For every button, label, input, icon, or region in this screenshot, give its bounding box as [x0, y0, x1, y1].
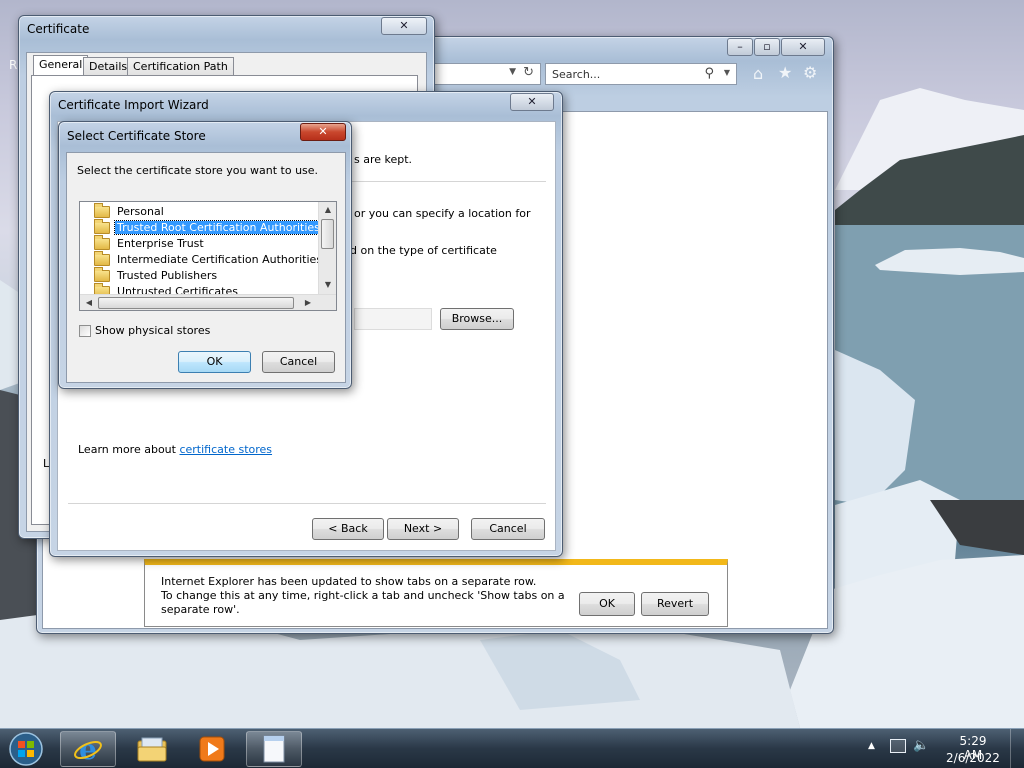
- folder-icon: [94, 203, 110, 218]
- internet-explorer-icon: e: [74, 734, 102, 764]
- wizard-text-fragment-1: s are kept.: [354, 153, 413, 166]
- notification-ok-button[interactable]: OK: [579, 592, 635, 616]
- search-dropdown-icon[interactable]: ▼: [724, 68, 730, 77]
- tree-vertical-scrollbar[interactable]: ▲ ▼: [318, 202, 336, 294]
- scroll-up-icon[interactable]: ▲: [320, 202, 336, 218]
- show-physical-stores-label[interactable]: Show physical stores: [95, 324, 210, 337]
- notification-line-3: separate row'.: [161, 603, 240, 616]
- vertical-scroll-thumb[interactable]: [321, 219, 334, 249]
- tab-general[interactable]: General: [33, 55, 89, 77]
- browse-button[interactable]: Browse...: [440, 308, 514, 330]
- search-icon[interactable]: ⚲: [704, 66, 714, 81]
- folder-library-icon: [137, 737, 167, 762]
- select-store-close-button[interactable]: ✕: [300, 123, 346, 141]
- store-cancel-button[interactable]: Cancel: [262, 351, 335, 373]
- refresh-icon[interactable]: ↻: [523, 65, 534, 80]
- select-store-title: Select Certificate Store: [67, 129, 206, 143]
- wizard-close-button[interactable]: ✕: [510, 93, 554, 111]
- taskbar-document-app[interactable]: [246, 731, 302, 767]
- ie-close-button[interactable]: ✕: [781, 38, 825, 56]
- svg-text:e: e: [79, 734, 97, 764]
- favorites-star-icon[interactable]: ★: [778, 63, 792, 82]
- store-tree-item-label: Trusted Publishers: [117, 269, 218, 282]
- dropdown-arrow-icon[interactable]: ▼: [509, 67, 516, 77]
- scroll-right-icon[interactable]: ▶: [300, 295, 316, 310]
- notification-line-1: Internet Explorer has been updated to sh…: [161, 575, 537, 588]
- learn-more-text: Learn more about certificate stores: [78, 443, 272, 456]
- volume-icon[interactable]: 🔈: [913, 738, 929, 753]
- folder-icon: [94, 251, 110, 266]
- taskbar-internet-explorer[interactable]: e: [60, 731, 116, 767]
- certificate-close-button[interactable]: ✕: [381, 17, 427, 35]
- back-button[interactable]: < Back: [312, 518, 384, 540]
- wizard-divider-bottom: [68, 503, 546, 504]
- home-icon[interactable]: ⌂: [753, 64, 763, 83]
- scroll-down-icon[interactable]: ▼: [320, 277, 336, 293]
- certificate-window-title: Certificate: [27, 22, 90, 36]
- tab-details[interactable]: Details: [83, 57, 134, 77]
- select-store-dialog[interactable]: Select Certificate Store ✕ Select the ce…: [58, 121, 352, 389]
- store-ok-button[interactable]: OK: [178, 351, 251, 373]
- scroll-left-icon[interactable]: ◀: [81, 295, 97, 310]
- notification-line-2: To change this at any time, right-click …: [161, 589, 565, 602]
- wizard-cancel-button[interactable]: Cancel: [471, 518, 545, 540]
- store-tree-item[interactable]: Personal: [94, 203, 166, 220]
- windows-logo-icon: [9, 732, 43, 766]
- certificate-store-tree[interactable]: Personal Trusted Root Certification Autho…: [79, 201, 337, 311]
- certificate-stores-link[interactable]: certificate stores: [179, 443, 272, 456]
- tree-horizontal-scrollbar[interactable]: ◀ ▶: [80, 294, 336, 310]
- notification-revert-button[interactable]: Revert: [641, 592, 709, 616]
- show-hidden-icons-icon[interactable]: ▲: [868, 741, 875, 751]
- search-input[interactable]: Search...: [552, 68, 600, 81]
- select-store-prompt: Select the certificate store you want to…: [77, 164, 319, 177]
- next-button[interactable]: Next >: [387, 518, 459, 540]
- horizontal-scroll-thumb[interactable]: [98, 297, 294, 309]
- ie-maximize-button[interactable]: ▫: [754, 38, 780, 56]
- folder-icon: [94, 267, 110, 282]
- media-player-icon: [199, 736, 225, 762]
- store-tree-item-label: Trusted Root Certification Authorities: [114, 220, 323, 235]
- wizard-text-fragment-3: d on the type of certificate: [350, 244, 497, 257]
- learn-more-prefix: Learn more about: [78, 443, 180, 456]
- select-store-client-area: Select the certificate store you want to…: [66, 152, 346, 383]
- store-tree-item-label: Intermediate Certification Authorities: [117, 253, 323, 266]
- folder-icon: [94, 219, 110, 234]
- store-tree-item-label: Enterprise Trust: [117, 237, 204, 250]
- desktop-fragment-text: R: [9, 58, 18, 72]
- taskbar-windows-explorer[interactable]: [124, 731, 180, 767]
- document-icon: [263, 735, 285, 763]
- search-box[interactable]: Search... ⚲ ▼: [545, 63, 737, 85]
- gear-icon[interactable]: ⚙: [803, 63, 817, 82]
- address-bar[interactable]: ▼ ↻: [431, 63, 541, 85]
- wizard-text-fragment-2: or you can specify a location for: [354, 207, 531, 220]
- store-tree-item[interactable]: Intermediate Certification Authorities: [94, 251, 324, 268]
- clock-date[interactable]: 2/6/2022: [946, 751, 1000, 765]
- store-tree-item[interactable]: Trusted Root Certification Authorities: [94, 219, 323, 236]
- import-wizard-title: Certificate Import Wizard: [58, 98, 209, 112]
- taskbar-media-player[interactable]: [184, 731, 240, 767]
- certificate-store-field: [354, 308, 432, 330]
- store-tree-item[interactable]: Trusted Publishers: [94, 267, 219, 284]
- tab-certification-path[interactable]: Certification Path: [127, 57, 234, 77]
- ie-minimize-button[interactable]: –: [727, 38, 753, 56]
- show-physical-stores-checkbox[interactable]: [79, 325, 91, 337]
- show-desktop-button[interactable]: [1010, 729, 1024, 768]
- network-icon[interactable]: [890, 739, 906, 753]
- start-button[interactable]: [4, 731, 48, 767]
- folder-icon: [94, 235, 110, 250]
- store-tree-item[interactable]: Enterprise Trust: [94, 235, 206, 252]
- taskbar: e ▲ 🔈 5:29 AM 2/6/2022: [0, 728, 1024, 768]
- store-tree-item-label: Personal: [117, 205, 164, 218]
- ie-notification-bar: Internet Explorer has been updated to sh…: [144, 559, 728, 627]
